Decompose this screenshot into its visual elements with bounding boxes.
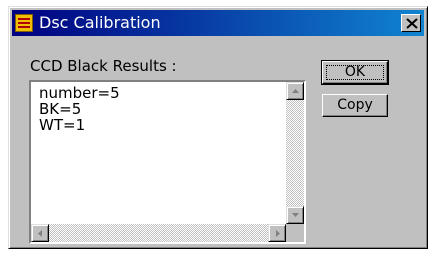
results-listbox[interactable]: number=5 BK=5 WT=1 [29,80,306,244]
title-bar[interactable]: Dsc Calibration [12,10,424,36]
arrow-right-icon [276,230,280,237]
scrollbar-corner [286,224,304,242]
vertical-scrollbar[interactable] [286,82,304,224]
arrow-up-icon [292,89,299,93]
ok-button[interactable]: OK [321,60,389,85]
scroll-down-button[interactable] [286,206,304,224]
arrow-down-icon [292,213,299,217]
result-line: number=5 [39,84,120,102]
results-label: CCD Black Results : [30,57,177,75]
scroll-right-button[interactable] [268,224,286,242]
close-button[interactable] [401,14,421,32]
copy-button[interactable]: Copy [322,94,388,117]
ok-button-label: OK [326,65,384,80]
results-text[interactable]: number=5 BK=5 WT=1 [39,85,120,133]
arrow-left-icon [38,230,42,237]
result-line: BK=5 [39,100,82,118]
scroll-left-button[interactable] [31,224,49,242]
result-line: WT=1 [39,116,86,134]
dialog-window: Dsc Calibration CCD Black Results : numb… [8,6,428,249]
scroll-up-button[interactable] [286,82,304,100]
horizontal-scrollbar[interactable] [31,224,286,242]
app-icon[interactable] [15,14,33,32]
window-title: Dsc Calibration [39,13,161,32]
close-icon [406,18,418,29]
